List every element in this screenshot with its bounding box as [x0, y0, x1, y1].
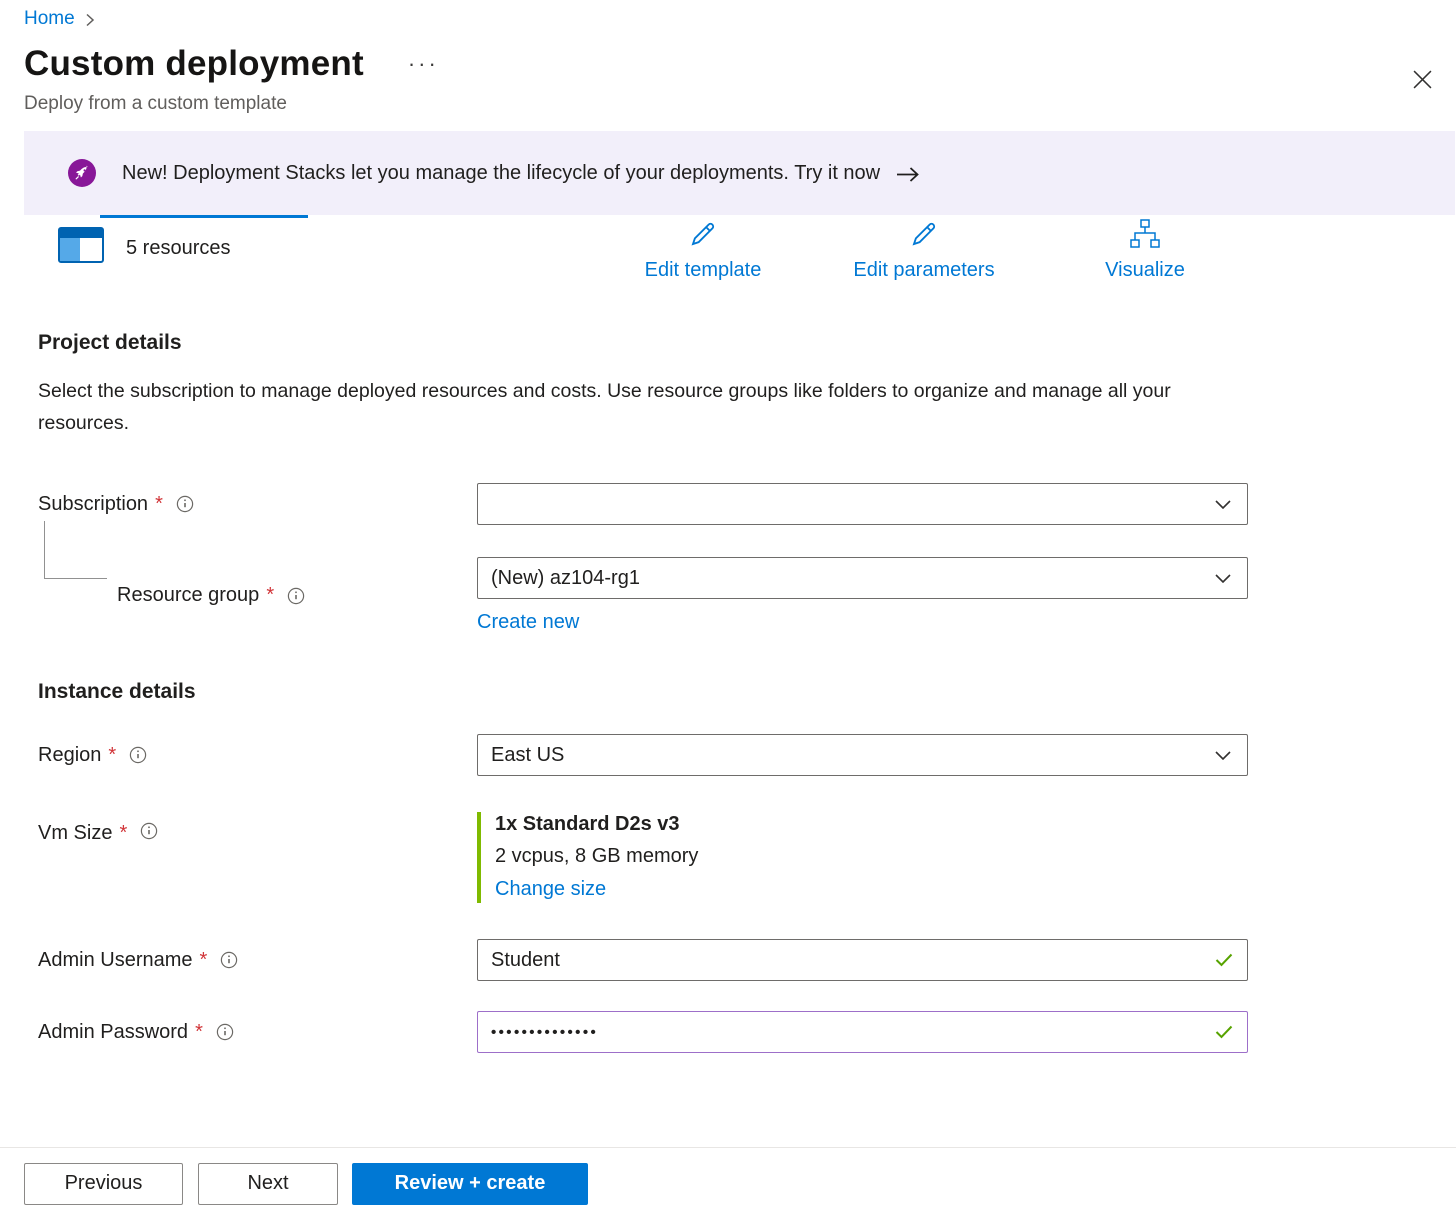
banner-message: New! Deployment Stacks let you manage th… — [122, 162, 880, 185]
vm-size-specs: 2 vcpus, 8 GB memory — [495, 845, 1248, 868]
title-row: Custom deployment ··· — [24, 44, 1456, 84]
edit-template-button[interactable]: Edit template — [598, 219, 808, 282]
resource-group-label: Resource group * — [38, 557, 477, 634]
custom-deployment-page: Home Custom deployment ··· Deploy from a… — [0, 0, 1456, 1219]
admin-password-input[interactable] — [477, 1011, 1248, 1053]
template-summary: 5 resources Edit template Edit parameter… — [0, 215, 1456, 307]
region-value: East US — [491, 744, 564, 767]
change-size-link[interactable]: Change size — [495, 878, 606, 901]
arrow-right-icon — [896, 166, 920, 183]
chevron-down-icon — [1215, 751, 1231, 760]
required-asterisk: * — [200, 949, 208, 972]
subscription-select[interactable] — [477, 483, 1248, 525]
edit-parameters-button[interactable]: Edit parameters — [819, 219, 1029, 282]
resource-group-value: (New) az104-rg1 — [491, 567, 640, 590]
edit-template-label: Edit template — [645, 259, 762, 282]
admin-username-control — [477, 939, 1248, 981]
template-actions: Edit template Edit parameters — [598, 219, 1250, 282]
project-details-heading: Project details — [38, 331, 1456, 355]
deployment-form: Subscription * Resource group * — [38, 483, 1456, 1053]
review-create-button[interactable]: Review + create — [352, 1163, 588, 1205]
footer-action-bar: Previous Next Review + create — [0, 1147, 1456, 1219]
create-new-link[interactable]: Create new — [477, 611, 579, 634]
vm-size-summary: 1x Standard D2s v3 2 vcpus, 8 GB memory … — [477, 812, 1248, 903]
cropped-link-underline — [100, 215, 308, 218]
previous-button[interactable]: Previous — [24, 1163, 183, 1205]
next-button[interactable]: Next — [198, 1163, 338, 1205]
vm-size-row: Vm Size * 1x Standard D2s v3 2 vcpus, 8 … — [38, 812, 1456, 903]
template-resources: 5 resources — [58, 227, 231, 269]
region-select[interactable]: East US — [477, 734, 1248, 776]
breadcrumb-home[interactable]: Home — [24, 8, 75, 30]
pencil-icon — [688, 219, 718, 254]
required-asterisk: * — [155, 493, 163, 516]
required-asterisk: * — [195, 1021, 203, 1044]
breadcrumb: Home — [0, 0, 1456, 30]
region-label: Region * — [38, 734, 477, 776]
edit-parameters-label: Edit parameters — [853, 259, 994, 282]
subscription-control — [477, 483, 1248, 525]
visualize-button[interactable]: Visualize — [1040, 219, 1250, 282]
page-title: Custom deployment — [24, 44, 364, 84]
chevron-down-icon — [1215, 500, 1231, 509]
page-subtitle: Deploy from a custom template — [24, 93, 1456, 115]
subscription-row: Subscription * — [38, 483, 1456, 525]
subscription-label: Subscription * — [38, 483, 477, 525]
info-icon[interactable] — [140, 822, 158, 840]
admin-password-label: Admin Password * — [38, 1011, 477, 1053]
resource-group-select[interactable]: (New) az104-rg1 — [477, 557, 1248, 599]
info-icon[interactable] — [176, 495, 194, 513]
admin-username-label-text: Admin Username — [38, 949, 193, 972]
required-asterisk: * — [266, 584, 274, 607]
admin-password-row: Admin Password * — [38, 1011, 1456, 1053]
admin-username-row: Admin Username * — [38, 939, 1456, 981]
info-icon[interactable] — [216, 1023, 234, 1041]
resource-group-row: Resource group * (New) az104-rg1 Create … — [38, 557, 1456, 634]
tree-connector — [44, 521, 107, 579]
required-asterisk: * — [119, 822, 127, 845]
chevron-right-icon — [85, 13, 95, 27]
admin-password-label-text: Admin Password — [38, 1021, 188, 1044]
admin-username-label: Admin Username * — [38, 939, 477, 981]
rocket-icon — [68, 159, 96, 187]
more-menu[interactable]: ··· — [408, 53, 439, 75]
admin-username-input[interactable] — [477, 939, 1248, 981]
chevron-down-icon — [1215, 574, 1231, 583]
info-icon[interactable] — [129, 746, 147, 764]
vm-size-label: Vm Size * — [38, 812, 477, 903]
instance-details-heading: Instance details — [38, 680, 1456, 704]
resource-group-label-text: Resource group — [117, 584, 259, 607]
project-details-description: Select the subscription to manage deploy… — [38, 375, 1188, 439]
region-row: Region * East US — [38, 734, 1456, 776]
template-icon — [58, 227, 104, 269]
pencil-icon — [909, 219, 939, 254]
vm-size-selection: 1x Standard D2s v3 — [495, 813, 1248, 836]
info-icon[interactable] — [287, 587, 305, 605]
admin-password-control — [477, 1011, 1248, 1053]
required-asterisk: * — [108, 744, 116, 767]
resource-group-control: (New) az104-rg1 Create new — [477, 557, 1248, 634]
resources-count: 5 resources — [126, 237, 231, 260]
deployment-stacks-banner[interactable]: New! Deployment Stacks let you manage th… — [24, 131, 1455, 215]
visualize-label: Visualize — [1105, 259, 1185, 282]
subscription-label-text: Subscription — [38, 493, 148, 516]
region-label-text: Region — [38, 744, 101, 767]
vm-size-control: 1x Standard D2s v3 2 vcpus, 8 GB memory … — [477, 812, 1248, 903]
region-control: East US — [477, 734, 1248, 776]
valid-check-icon — [1215, 1025, 1233, 1039]
vm-size-label-text: Vm Size — [38, 822, 112, 845]
valid-check-icon — [1215, 953, 1233, 967]
close-icon[interactable] — [1407, 64, 1438, 98]
info-icon[interactable] — [220, 951, 238, 969]
diagram-icon — [1129, 219, 1161, 254]
